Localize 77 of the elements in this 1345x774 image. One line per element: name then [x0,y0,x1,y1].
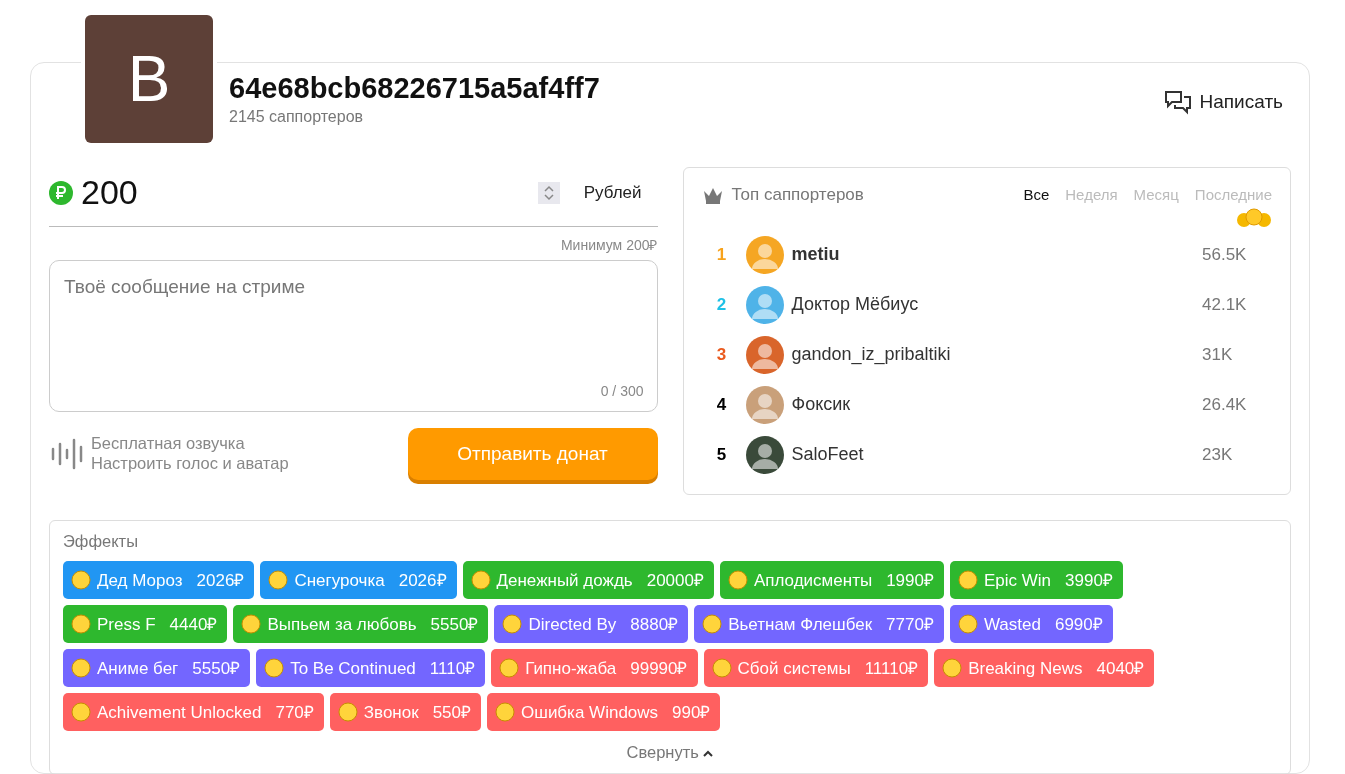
effect-chip[interactable]: Вьетнам Флешбек 7770₽ [694,605,944,644]
emoji-icon [702,614,723,635]
emoji-icon [957,570,978,591]
currency-label: Рублей [583,181,642,204]
avatar [745,385,784,424]
emoji-icon [268,570,289,591]
collapse-button[interactable]: Свернуть [620,739,720,766]
effects-title: Эффекты [63,531,138,550]
donation-total: 42.1K [1202,293,1248,316]
rank-number: 2 [715,293,728,316]
emoji-icon [942,658,963,679]
supporter-name: metiu [791,243,841,266]
effect-chip[interactable]: To Be Continued 1110₽ [256,649,486,688]
rank-number: 4 [715,393,728,416]
donation-total: 31K [1202,343,1234,366]
effect-chip[interactable]: Сбой системы 11110₽ [703,649,929,688]
rank-number: 3 [715,343,728,366]
effect-chip[interactable]: Breaking News 4040₽ [934,649,1155,688]
effect-chip[interactable]: Аниме бег 5550₽ [63,649,251,688]
emoji-icon [727,570,748,591]
effect-chip[interactable]: Epic Win 3990₽ [949,561,1123,600]
effect-chip[interactable]: Гипно-жаба 99990₽ [491,649,698,688]
top-supporters-title: Топ саппортеров [731,184,865,206]
avatar [745,285,784,324]
effect-chip[interactable]: Выпьем за любовь 5550₽ [233,605,489,644]
effect-chip[interactable]: Снегурочка 2026₽ [260,561,457,600]
effect-chip[interactable]: Ошибка Windows 990₽ [487,693,721,732]
effect-chip[interactable]: Денежный дождь 20000₽ [462,561,714,600]
chat-icon [1163,89,1192,116]
emoji-icon [264,658,285,679]
donation-total: 56.5K [1202,243,1248,266]
emoji-icon [711,658,732,679]
emoji-icon [495,702,515,723]
emoji-icon [470,570,491,591]
supporter-name: Фоксик [791,393,852,416]
minimum-note: Минимум 200₽ [560,237,658,253]
effect-chip[interactable]: Achivement Unlocked 770₽ [63,693,324,732]
avatar [745,335,784,374]
rank-number: 5 [715,443,728,466]
effect-chip[interactable]: Звонок 550₽ [329,693,481,732]
emoji-icon [241,614,262,635]
caret-icon [703,749,714,758]
emoji-icon [71,614,91,635]
effect-chip[interactable]: Дед Мороз 2026₽ [63,561,255,600]
voice-label: Бесплатная озвучка [91,434,246,454]
period-tab[interactable]: Месяц [1133,183,1179,206]
voice-settings-link[interactable]: Настроить голос и аватар [91,454,408,474]
effect-chip[interactable]: Directed By 8880₽ [494,605,689,644]
emoji-icon [71,570,91,591]
write-button[interactable]: Написать [1157,87,1289,118]
effect-chip[interactable]: Аплодисменты 1990₽ [719,561,944,600]
channel-name: 64e68bcb68226715a5af4ff7 [229,73,601,105]
emoji-icon [71,658,91,679]
effect-chip[interactable]: Press F 4440₽ [63,605,228,644]
avatar [745,435,784,474]
effect-chip[interactable]: Wasted 6990₽ [949,605,1113,644]
char-counter: 0 / 300 [600,382,644,401]
supporter-name: gandon_iz_pribaltiki [791,343,952,367]
emoji-icon [957,614,978,635]
donation-total: 26.4K [1202,393,1248,416]
waveform-icon [49,436,83,472]
donation-total: 23K [1202,443,1234,466]
stepper-arrows[interactable] [537,181,560,204]
period-tab[interactable]: Все [1023,183,1050,206]
coins-icon [1236,207,1272,228]
supporter-name: Доктор Мёбиус [791,293,920,316]
supporter-count: 2145 саппортеров [229,106,365,127]
emoji-icon [502,614,523,635]
ruble-icon [49,180,73,205]
supporter-name: SaloFeet [791,443,865,466]
emoji-icon [337,702,358,723]
rank-number: 1 [715,243,728,266]
emoji-icon [71,702,91,723]
period-tab[interactable]: Неделя [1065,183,1118,206]
avatar [745,235,784,274]
period-tab[interactable]: Последние [1194,183,1272,206]
emoji-icon [499,658,520,679]
